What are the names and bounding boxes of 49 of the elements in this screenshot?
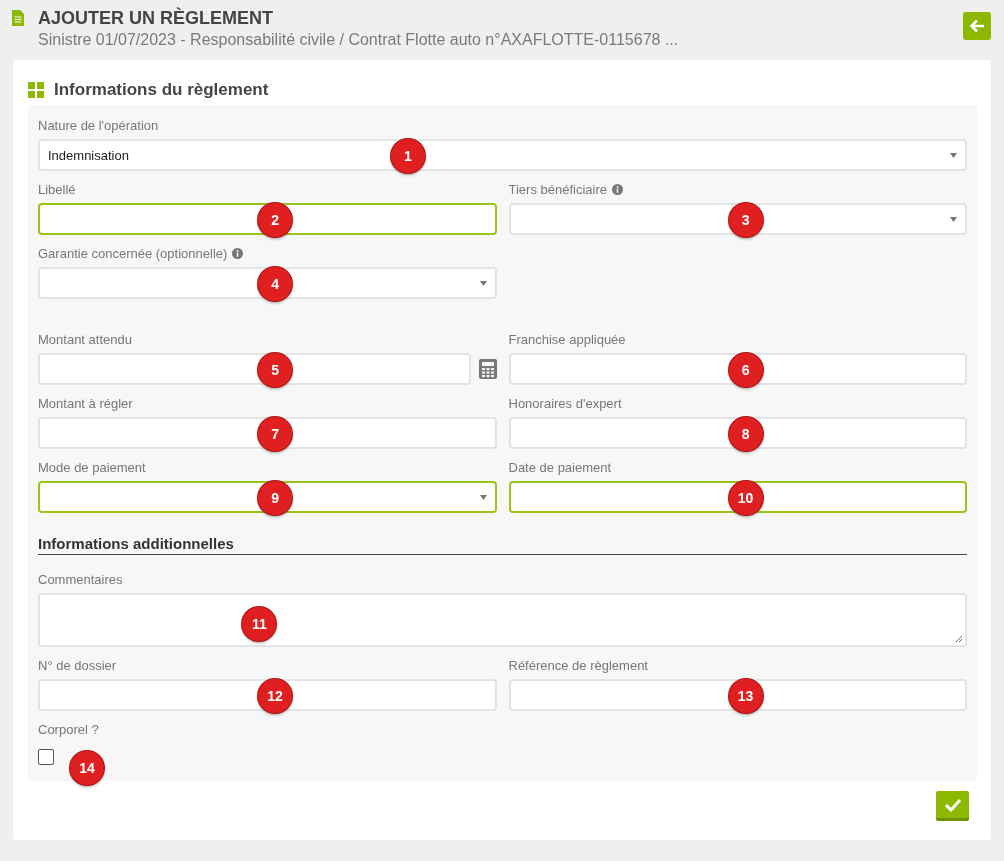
field-label: N° de dossier — [38, 657, 117, 673]
field-label: Franchise appliquée — [508, 331, 626, 347]
number-marker: 6 — [728, 353, 763, 387]
field-label: Tiers bénéficiaire — [508, 181, 607, 197]
number-marker: 7 — [258, 417, 293, 451]
document-icon — [12, 10, 24, 26]
number-marker: 14 — [70, 751, 104, 785]
caret-icon — [950, 153, 957, 158]
field-label: Corporel ? — [38, 721, 99, 737]
caret-icon — [479, 281, 487, 286]
panel-title: Informations du règlement — [54, 80, 269, 100]
field-label: Date de paiement — [508, 459, 612, 475]
resize-grip-icon — [955, 635, 963, 643]
grid-icon — [28, 82, 44, 98]
number-marker: 3 — [728, 203, 763, 237]
field-label: Mode de paiement — [38, 459, 146, 475]
number-marker: 13 — [728, 679, 763, 713]
field-label: Garantie concernée (optionnelle) — [38, 245, 228, 261]
field-label: Référence de règlement — [508, 657, 648, 673]
field-label: Nature de l'opération — [38, 117, 159, 133]
number-marker: 4 — [258, 267, 293, 301]
caret-icon — [950, 217, 957, 222]
field-label: Commentaires — [38, 571, 123, 587]
checkbox[interactable] — [38, 749, 54, 765]
info-icon[interactable] — [612, 183, 623, 195]
number-marker: 10 — [728, 481, 763, 515]
field-label: Honoraires d'expert — [508, 395, 622, 411]
input-field[interactable] — [38, 203, 497, 235]
section-heading: Informations additionnelles — [38, 535, 967, 555]
number-marker: 5 — [258, 353, 293, 387]
number-marker: 9 — [258, 481, 293, 515]
field-label: Montant attendu — [38, 331, 132, 347]
caret-icon — [479, 495, 487, 500]
check-icon — [943, 797, 962, 812]
comment-field[interactable] — [38, 593, 967, 647]
arrow-left-icon — [969, 19, 985, 33]
info-icon[interactable] — [232, 247, 244, 259]
dropdown-field[interactable] — [38, 481, 497, 513]
field-label: Montant à régler — [38, 395, 133, 411]
input-field[interactable] — [508, 481, 967, 513]
calculator-icon[interactable] — [478, 359, 497, 379]
field-label: Libellé — [38, 181, 76, 197]
page-title: AJOUTER UN RÈGLEMENT — [38, 8, 274, 28]
number-marker: 12 — [258, 679, 293, 713]
number-marker: 1 — [391, 139, 425, 173]
number-marker: 8 — [728, 417, 763, 451]
confirm-button[interactable] — [936, 791, 969, 821]
page-subtitle: Sinistre 01/07/2023 - Responsabilité civile / Contrat Flotte auto n°AXAFLOTTE-0115678 ... — [38, 31, 680, 49]
number-marker: 2 — [258, 203, 293, 237]
